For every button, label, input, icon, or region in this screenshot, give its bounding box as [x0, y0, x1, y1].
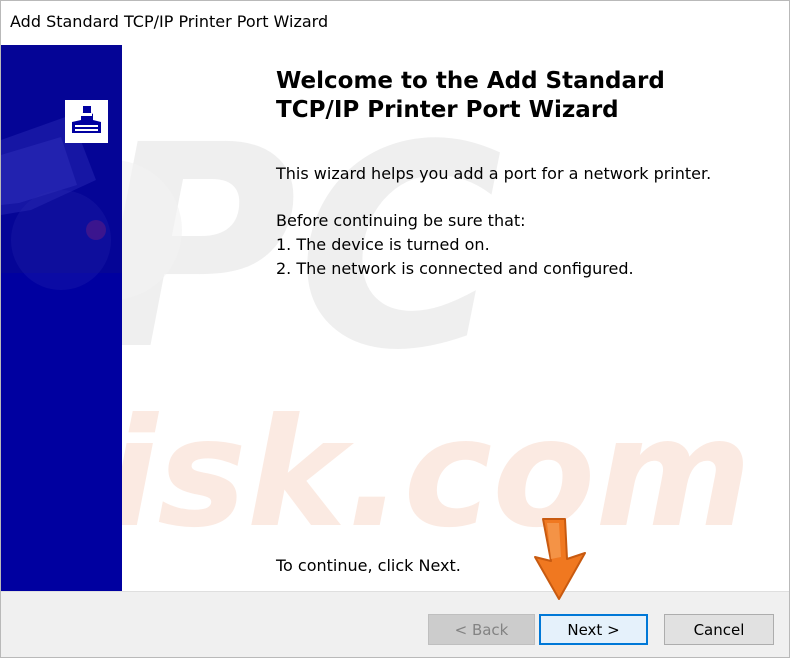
wizard-heading: Welcome to the Add Standard TCP/IP Print…	[276, 67, 756, 125]
checklist-item-1: 1. The device is turned on.	[276, 235, 490, 254]
intro-text: This wizard helps you add a port for a n…	[276, 164, 712, 183]
checklist-item-2: 2. The network is connected and configur…	[276, 259, 634, 278]
cancel-button[interactable]: Cancel	[664, 614, 774, 645]
heading-line-2: TCP/IP Printer Port Wizard	[276, 97, 619, 123]
back-button: < Back	[428, 614, 535, 645]
next-button[interactable]: Next >	[539, 614, 648, 645]
before-label: Before continuing be sure that:	[276, 211, 526, 230]
wizard-banner	[1, 45, 122, 591]
down-arrow-icon	[534, 518, 586, 600]
wizard-window: Add Standard TCP/IP Printer Port Wizard …	[0, 0, 790, 658]
wizard-content: PC risk.com Welcome to the Add Standard …	[122, 45, 789, 591]
title-bar[interactable]: Add Standard TCP/IP Printer Port Wizard	[1, 1, 789, 45]
continue-text: To continue, click Next.	[276, 556, 461, 575]
heading-line-1: Welcome to the Add Standard	[276, 68, 665, 94]
watermark-logo: PC risk.com	[122, 86, 752, 561]
window-title: Add Standard TCP/IP Printer Port Wizard	[10, 12, 329, 31]
svg-text:risk.com: risk.com	[122, 387, 752, 561]
button-bar: < Back Next > Cancel	[1, 591, 789, 657]
printer-wizard-icon	[65, 100, 108, 143]
